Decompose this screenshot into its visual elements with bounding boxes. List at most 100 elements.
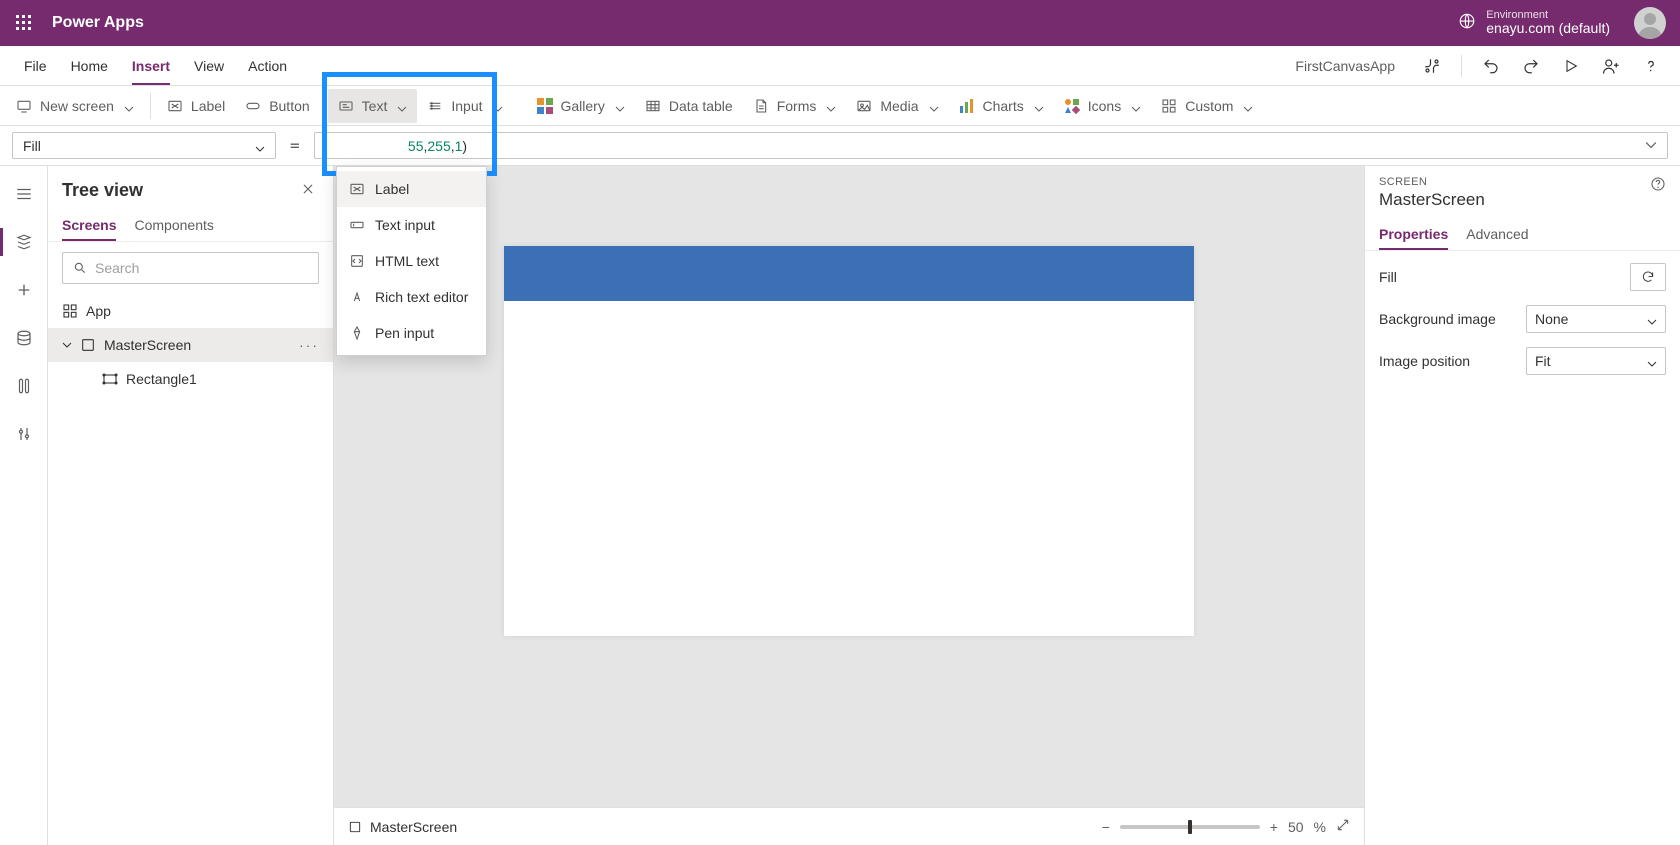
rich-text-icon: [349, 289, 365, 305]
undo-icon[interactable]: [1474, 49, 1508, 83]
gallery-icon: [537, 98, 553, 114]
dd-item-html-text[interactable]: HTML text: [337, 243, 486, 279]
rail-media-icon[interactable]: [4, 366, 44, 406]
more-icon[interactable]: ···: [299, 337, 319, 353]
prop-bg-select[interactable]: None: [1526, 305, 1666, 333]
tree-item-app[interactable]: App: [48, 294, 333, 328]
rectangle-icon: [102, 371, 118, 387]
menu-insert[interactable]: Insert: [120, 46, 182, 85]
redo-icon[interactable]: [1514, 49, 1548, 83]
text-icon: [338, 98, 354, 114]
tree-item-rectangle[interactable]: Rectangle1: [48, 362, 333, 396]
tree-item-screen[interactable]: MasterScreen ···: [48, 328, 333, 362]
insert-label-text: Label: [191, 98, 225, 114]
environment-picker[interactable]: Environment enayu.com (default): [1458, 9, 1610, 36]
zoom-in-icon[interactable]: +: [1270, 819, 1278, 835]
close-icon[interactable]: [297, 178, 319, 203]
chevron-down-icon: [1647, 314, 1657, 324]
fit-to-screen-icon[interactable]: [1336, 818, 1350, 835]
app-launcher-icon[interactable]: [8, 7, 40, 39]
insert-media-button[interactable]: Media: [846, 89, 948, 123]
new-screen-label: New screen: [40, 98, 114, 114]
text-input-icon: [349, 217, 365, 233]
text-dropdown-menu: Label Text input HTML text Rich text edi…: [336, 166, 487, 356]
chevron-down-icon: [929, 101, 939, 111]
insert-datatable-label: Data table: [669, 98, 733, 114]
share-icon[interactable]: [1594, 49, 1628, 83]
dd-item-rich-text[interactable]: Rich text editor: [337, 279, 486, 315]
chevron-down-icon[interactable]: [1645, 138, 1657, 154]
app-header: Power Apps Environment enayu.com (defaul…: [0, 0, 1680, 46]
insert-icons-button[interactable]: Icons: [1054, 89, 1151, 123]
screen-icon: [16, 98, 32, 114]
icons-icon: [1064, 98, 1080, 114]
props-tab-advanced[interactable]: Advanced: [1466, 220, 1528, 250]
rail-insert-icon[interactable]: [4, 270, 44, 310]
insert-charts-label: Charts: [983, 98, 1024, 114]
properties-panel: SCREEN MasterScreen Properties Advanced …: [1364, 166, 1680, 845]
rail-data-icon[interactable]: [4, 318, 44, 358]
insert-gallery-button[interactable]: Gallery: [527, 89, 635, 123]
tree-tab-components[interactable]: Components: [134, 211, 213, 241]
chevron-down-icon: [493, 101, 503, 111]
tree-view-title: Tree view: [62, 180, 143, 201]
screen-icon: [80, 337, 96, 353]
form-icon: [753, 98, 769, 114]
insert-button-text: Button: [269, 98, 309, 114]
insert-button-button[interactable]: Button: [235, 89, 319, 123]
help-icon[interactable]: [1634, 49, 1668, 83]
insert-label-button[interactable]: Label: [157, 89, 235, 123]
footer-screen-name: MasterScreen: [370, 819, 457, 835]
property-selector-value: Fill: [23, 138, 41, 154]
rail-hamburger-icon[interactable]: [4, 174, 44, 214]
label-icon: [167, 98, 183, 114]
tree-search-input[interactable]: Search: [62, 252, 319, 284]
insert-text-button[interactable]: Text: [328, 89, 418, 123]
help-icon[interactable]: [1650, 176, 1666, 195]
rail-treeview-icon[interactable]: [4, 222, 44, 262]
props-tab-properties[interactable]: Properties: [1379, 220, 1448, 250]
formula-input[interactable]: RGBA(255, 2 55, 255, 1): [314, 132, 1668, 159]
canvas-screen[interactable]: [504, 246, 1194, 636]
chevron-down-icon: [1034, 101, 1044, 111]
canvas-viewport[interactable]: [334, 166, 1364, 807]
prop-pos-value: Fit: [1535, 353, 1551, 369]
rail-advanced-icon[interactable]: [4, 414, 44, 454]
search-icon: [73, 261, 87, 275]
insert-icons-label: Icons: [1088, 98, 1121, 114]
prop-bg-label: Background image: [1379, 311, 1496, 327]
insert-input-button[interactable]: Input: [417, 89, 512, 123]
menu-file[interactable]: File: [12, 46, 59, 85]
play-icon[interactable]: [1554, 49, 1588, 83]
menu-home[interactable]: Home: [59, 46, 120, 85]
dd-html-text: HTML text: [375, 253, 439, 269]
prop-fill-label: Fill: [1379, 269, 1397, 285]
dd-item-text-input[interactable]: Text input: [337, 207, 486, 243]
zoom-slider[interactable]: [1120, 825, 1260, 829]
tree-item-app-label: App: [86, 303, 111, 319]
prop-pos-select[interactable]: Fit: [1526, 347, 1666, 375]
insert-charts-button[interactable]: Charts: [949, 89, 1054, 123]
insert-custom-button[interactable]: Custom: [1151, 89, 1263, 123]
prop-fill-swatch[interactable]: [1630, 263, 1666, 291]
zoom-out-icon[interactable]: −: [1102, 819, 1110, 835]
menu-bar: File Home Insert View Action FirstCanvas…: [0, 46, 1680, 86]
menu-view[interactable]: View: [182, 46, 236, 85]
dd-item-label[interactable]: Label: [337, 171, 486, 207]
property-selector[interactable]: Fill: [12, 132, 276, 159]
canvas-rectangle[interactable]: [504, 246, 1194, 301]
charts-icon: [959, 98, 975, 114]
tree-search-placeholder: Search: [95, 260, 139, 276]
tree-tab-screens[interactable]: Screens: [62, 211, 116, 241]
insert-forms-label: Forms: [777, 98, 817, 114]
insert-datatable-button[interactable]: Data table: [635, 89, 743, 123]
new-screen-button[interactable]: New screen: [6, 89, 144, 123]
app-checker-icon[interactable]: [1415, 49, 1449, 83]
insert-forms-button[interactable]: Forms: [743, 89, 847, 123]
menu-action[interactable]: Action: [236, 46, 299, 85]
dd-item-pen-input[interactable]: Pen input: [337, 315, 486, 351]
app-title: Power Apps: [52, 14, 144, 32]
environment-name: enayu.com (default): [1486, 21, 1610, 36]
insert-toolbar: New screen Label Button Text Input Galle…: [0, 86, 1680, 126]
user-avatar[interactable]: [1634, 7, 1666, 39]
